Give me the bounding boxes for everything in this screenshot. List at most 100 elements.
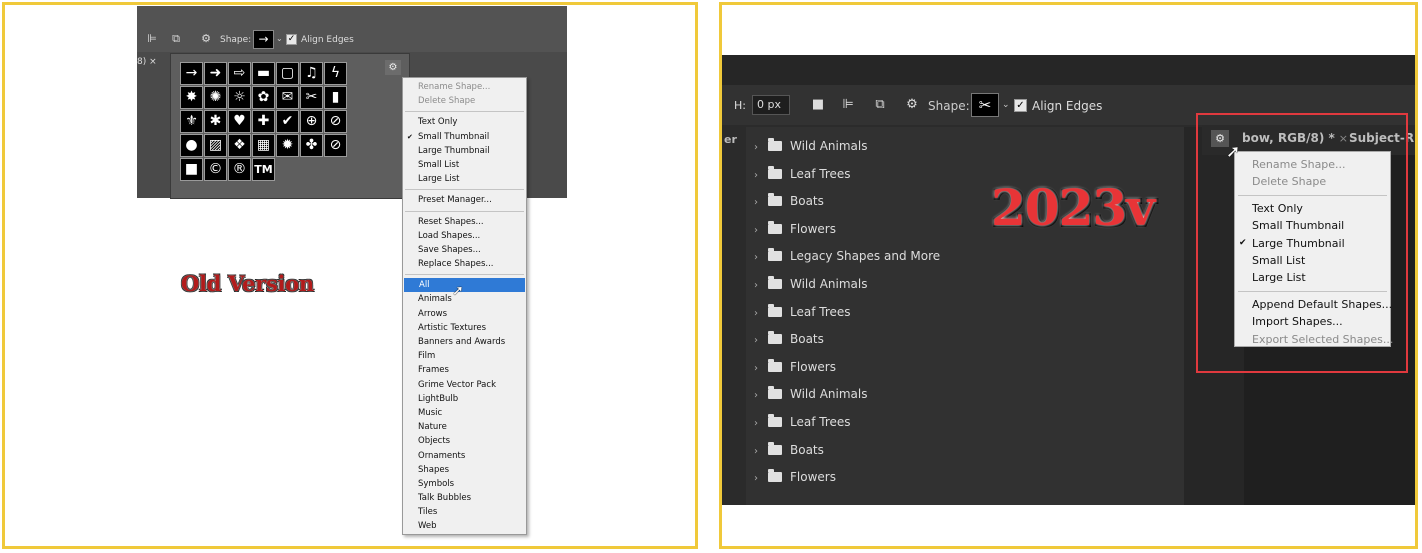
menu-item[interactable]: Animals <box>403 292 526 306</box>
menu-item[interactable]: Web <box>403 519 526 533</box>
height-input[interactable]: 0 px <box>752 95 790 115</box>
shape-thumbnail[interactable]: ▢ <box>276 62 299 85</box>
menu-item[interactable]: Reset Shapes... <box>403 215 526 229</box>
arrange-icon[interactable]: ⧉ <box>169 32 183 46</box>
shape-thumbnail[interactable]: ⊘ <box>324 134 347 157</box>
folder-row[interactable]: › Flowers <box>754 357 836 377</box>
shape-thumbnail[interactable]: ♥ <box>228 110 251 133</box>
menu-item[interactable]: Music <box>403 406 526 420</box>
chevron-right-icon[interactable]: › <box>754 221 768 241</box>
menu-item[interactable]: Ornaments <box>403 449 526 463</box>
folder-row[interactable]: › Legacy Shapes and More <box>754 246 940 266</box>
shape-thumbnail[interactable]: ⊘ <box>324 110 347 133</box>
menu-item[interactable]: Artistic Textures <box>403 321 526 335</box>
folder-row[interactable]: › Wild Animals <box>754 136 867 156</box>
folder-row[interactable]: › Boats <box>754 329 824 349</box>
shape-thumbnail[interactable]: ▦ <box>252 134 275 157</box>
chevron-right-icon[interactable]: › <box>754 304 768 324</box>
menu-item[interactable]: Preset Manager... <box>403 193 526 207</box>
menu-item[interactable]: LightBulb <box>403 392 526 406</box>
chevron-right-icon[interactable]: › <box>754 138 768 158</box>
shape-thumbnail[interactable]: ⇨ <box>228 62 251 85</box>
shape-thumbnail[interactable]: ✺ <box>204 86 227 109</box>
shape-thumbnail[interactable]: ✹ <box>276 134 299 157</box>
menu-item[interactable]: Text Only <box>403 115 526 129</box>
shape-thumbnail[interactable]: ® <box>228 158 251 181</box>
menu-item[interactable]: Save Shapes... <box>403 243 526 257</box>
shape-thumbnail[interactable]: → <box>180 62 203 85</box>
shape-thumbnail[interactable]: ☼ <box>228 86 251 109</box>
shape-thumbnail[interactable]: ➜ <box>204 62 227 85</box>
menu-item[interactable]: Shapes <box>403 463 526 477</box>
shape-picker-swatch[interactable]: ✂ <box>971 93 999 117</box>
menu-item[interactable]: All <box>404 278 525 293</box>
chevron-right-icon[interactable]: › <box>754 248 768 268</box>
picker-settings-gear-icon[interactable]: ⚙ <box>385 60 401 75</box>
menu-item[interactable]: Load Shapes... <box>403 229 526 243</box>
menu-item[interactable]: Small Thumbnail <box>403 130 526 144</box>
shape-thumbnail[interactable]: ⚜ <box>180 110 203 133</box>
menu-item[interactable]: Delete Shape <box>403 94 526 108</box>
shape-thumbnail[interactable]: ✿ <box>252 86 275 109</box>
menu-item[interactable]: Replace Shapes... <box>403 257 526 271</box>
shape-thumbnail[interactable]: ■ <box>180 158 203 181</box>
arrange-icon[interactable]: ⧉ <box>872 97 888 113</box>
menu-item[interactable]: Arrows <box>403 307 526 321</box>
menu-item[interactable]: Banners and Awards <box>403 335 526 349</box>
menu-item[interactable]: Frames <box>403 363 526 377</box>
folder-row[interactable]: › Flowers <box>754 219 836 239</box>
chevron-right-icon[interactable]: › <box>754 469 768 489</box>
chevron-right-icon[interactable]: › <box>754 359 768 379</box>
shape-thumbnail[interactable]: TM <box>252 158 275 181</box>
chevron-down-icon[interactable]: ⌄ <box>276 34 283 43</box>
chevron-right-icon[interactable]: › <box>754 193 768 213</box>
menu-item[interactable]: Grime Vector Pack <box>403 378 526 392</box>
folder-row[interactable]: › Leaf Trees <box>754 412 851 432</box>
align-icon[interactable]: ⊫ <box>145 32 159 46</box>
menu-item[interactable]: Nature <box>403 420 526 434</box>
align-edges-checkbox[interactable]: ✓ <box>286 34 297 45</box>
menu-item[interactable]: Talk Bubbles <box>403 491 526 505</box>
folder-row[interactable]: › Wild Animals <box>754 384 867 404</box>
align-edges-checkbox[interactable]: ✓ <box>1014 99 1027 112</box>
menu-item[interactable]: Large Thumbnail <box>403 144 526 158</box>
shape-thumbnail[interactable]: ▨ <box>204 134 227 157</box>
chevron-right-icon[interactable]: › <box>754 166 768 186</box>
shape-thumbnail[interactable]: ✱ <box>204 110 227 133</box>
gear-icon[interactable]: ⚙ <box>904 97 920 113</box>
align-icon[interactable]: ⊫ <box>840 97 856 113</box>
chevron-right-icon[interactable]: › <box>754 414 768 434</box>
menu-item[interactable]: Large List <box>403 172 526 186</box>
shape-thumbnail[interactable]: ✉ <box>276 86 299 109</box>
folder-row[interactable]: › Boats <box>754 440 824 460</box>
shape-thumbnail[interactable]: ⊕ <box>300 110 323 133</box>
shape-thumbnail[interactable]: ▮ <box>324 86 347 109</box>
menu-item[interactable]: Objects <box>403 434 526 448</box>
shape-thumbnail[interactable]: ✂ <box>300 86 323 109</box>
gear-icon[interactable]: ⚙ <box>199 32 213 46</box>
shape-thumbnail[interactable]: ❖ <box>228 134 251 157</box>
shape-thumbnail[interactable]: © <box>204 158 227 181</box>
chevron-right-icon[interactable]: › <box>754 442 768 462</box>
menu-item[interactable]: Small List <box>403 158 526 172</box>
document-tab[interactable]: 8) × <box>137 57 157 67</box>
folder-row[interactable]: › Leaf Trees <box>754 164 851 184</box>
shape-thumbnail[interactable]: ▬ <box>252 62 275 85</box>
shape-thumbnail[interactable]: ♫ <box>300 62 323 85</box>
shape-thumbnail[interactable]: ● <box>180 134 203 157</box>
chevron-right-icon[interactable]: › <box>754 386 768 406</box>
chevron-right-icon[interactable]: › <box>754 276 768 296</box>
menu-item[interactable]: Tiles <box>403 505 526 519</box>
menu-item[interactable]: Film <box>403 349 526 363</box>
folder-row[interactable]: › Flowers <box>754 467 836 487</box>
shape-thumbnail[interactable]: ✔ <box>276 110 299 133</box>
folder-row[interactable]: › Boats <box>754 191 824 211</box>
folder-row[interactable]: › Wild Animals <box>754 274 867 294</box>
shape-thumbnail[interactable]: ✚ <box>252 110 275 133</box>
folder-row[interactable]: › Leaf Trees <box>754 302 851 322</box>
shape-picker-swatch[interactable]: → <box>253 30 274 49</box>
path-operations-icon[interactable]: ■ <box>810 97 826 113</box>
shape-thumbnail[interactable]: ϟ <box>324 62 347 85</box>
chevron-right-icon[interactable]: › <box>754 331 768 351</box>
shape-thumbnail[interactable]: ✤ <box>300 134 323 157</box>
